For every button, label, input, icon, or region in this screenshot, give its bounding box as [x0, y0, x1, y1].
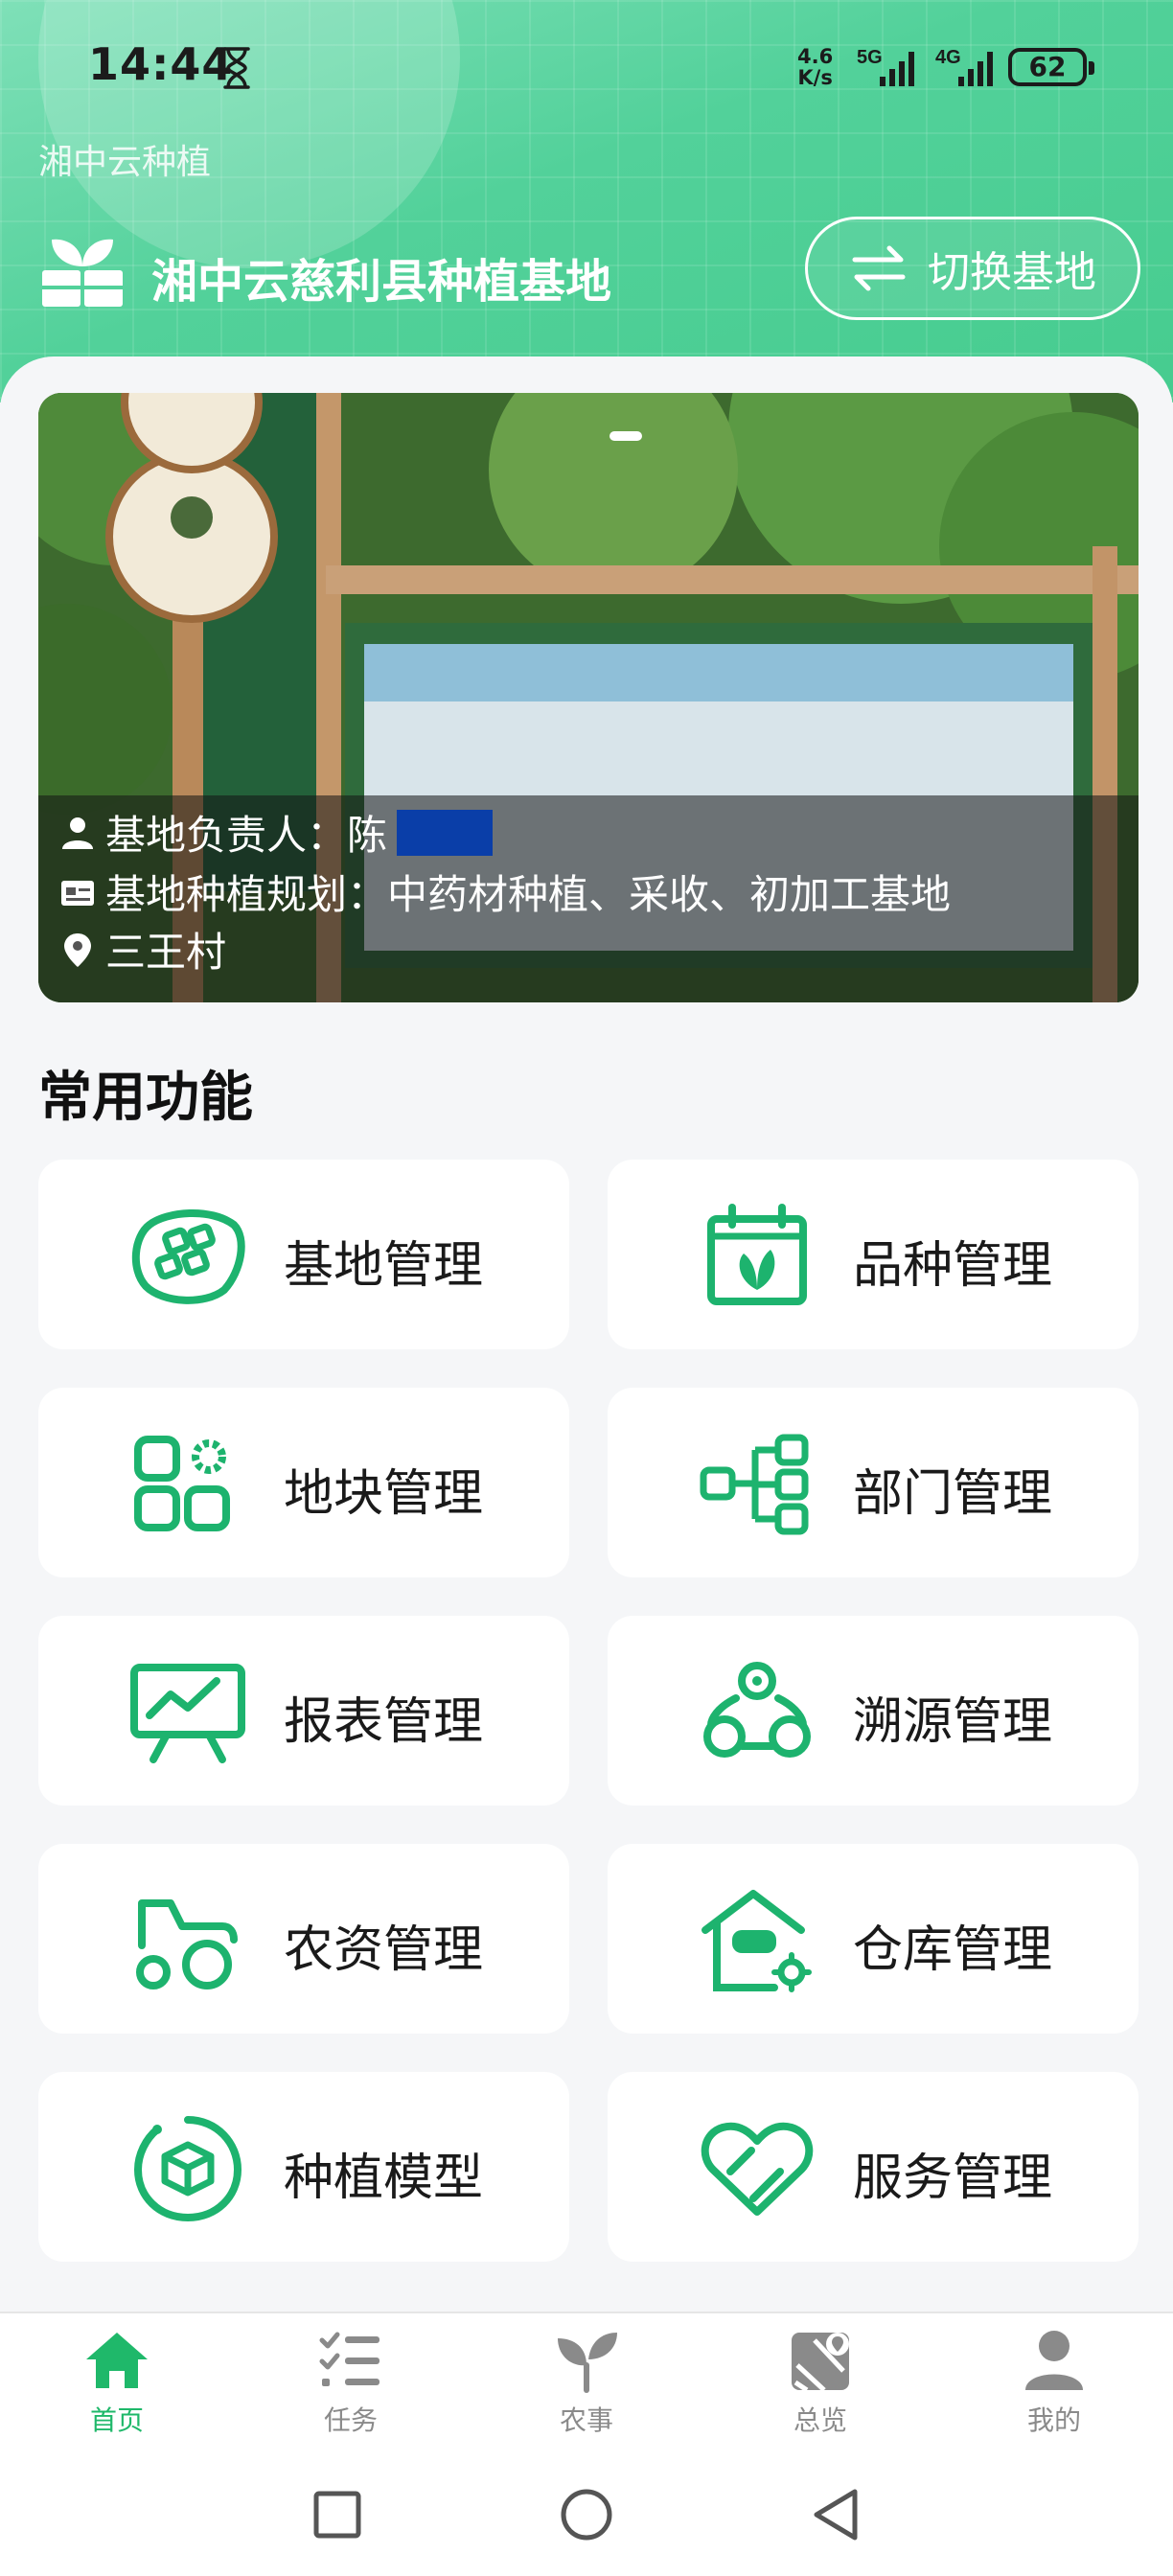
traceability-management-icon: [703, 1662, 811, 1758]
service-management-icon: [701, 2122, 814, 2216]
nav-label: 总览: [793, 2404, 847, 2436]
feature-label: 地块管理: [284, 1465, 484, 1523]
feature-agri-supplies[interactable]: 农资管理: [38, 1844, 569, 2034]
status-time: 14:44: [88, 38, 234, 90]
plot-management-icon: [134, 1436, 230, 1531]
feature-variety-management[interactable]: 品种管理: [608, 1160, 1138, 1349]
app-title: 湘中云种植: [38, 143, 212, 182]
nav-label: 首页: [89, 2404, 144, 2436]
planting-model-icon: [133, 2116, 242, 2221]
signal-4g-label: 4G: [935, 47, 961, 68]
feature-traceability-management[interactable]: 溯源管理: [608, 1616, 1138, 1806]
network-speed-value: 4.6: [797, 45, 834, 68]
location-label: 三王村: [105, 929, 227, 976]
carousel-indicator: [610, 431, 642, 441]
person-icon: [62, 816, 93, 849]
manager-line: 基地负责人：陈: [59, 803, 494, 862]
network-speed-unit: K/s: [797, 66, 833, 89]
feature-department-management[interactable]: 部门管理: [608, 1388, 1138, 1577]
nav-tasks[interactable]: 任务: [255, 2327, 447, 2438]
base-management-icon: [131, 1209, 245, 1304]
swap-arrows-icon: [852, 245, 906, 291]
plan-line: 基地种植规划：中药材种植、采收、初加工基地: [59, 862, 951, 921]
nav-home[interactable]: 首页: [21, 2327, 213, 2438]
nav-label: 农事: [559, 2404, 613, 2436]
feature-label: 基地管理: [284, 1237, 484, 1295]
location-pin-icon: [64, 932, 91, 967]
warehouse-management-icon: [702, 1890, 812, 1992]
back-button-icon[interactable]: [807, 2486, 864, 2543]
nav-profile[interactable]: 我的: [958, 2327, 1150, 2438]
bottom-navigation: 首页 任务 农事 总览 我的: [0, 2312, 1173, 2446]
base-banner[interactable]: 基地负责人：陈 基地种植规划：中药材种植、采收、初加工基地 三王村: [38, 393, 1138, 1002]
feature-label: 品种管理: [853, 1237, 1053, 1295]
profile-icon: [1025, 2331, 1083, 2390]
sprout-icon: [558, 2333, 617, 2393]
base-header: 湘中云慈利县种植基地 切换基地: [38, 217, 1140, 322]
plan-label: 基地种植规划：中药材种植、采收、初加工基地: [105, 871, 952, 918]
switch-base-button[interactable]: 切换基地: [805, 217, 1140, 320]
feature-label: 农资管理: [284, 1921, 484, 1979]
signal-4g-icon: 4G: [935, 47, 993, 86]
feature-label: 报表管理: [284, 1693, 484, 1751]
feature-warehouse-management[interactable]: 仓库管理: [608, 1844, 1138, 2034]
nav-label: 任务: [323, 2404, 378, 2436]
feature-plot-management[interactable]: 地块管理: [38, 1388, 569, 1577]
manager-label: 基地负责人：陈: [105, 812, 388, 859]
nav-overview[interactable]: 总览: [724, 2327, 916, 2438]
network-speed: 4.6 K/s: [797, 46, 833, 88]
feature-planting-model[interactable]: 种植模型: [38, 2072, 569, 2262]
signal-5g-label: 5G: [857, 47, 883, 68]
agri-supplies-icon: [136, 1899, 238, 1990]
feature-label: 种植模型: [284, 2150, 484, 2207]
department-management-icon: [700, 1434, 809, 1535]
base-name: 湘中云慈利县种植基地: [151, 255, 612, 309]
hourglass-icon: [223, 47, 250, 89]
feature-label: 部门管理: [853, 1465, 1053, 1523]
feature-label: 服务管理: [853, 2150, 1053, 2207]
location-line: 三王村: [59, 920, 226, 978]
feature-service-management[interactable]: 服务管理: [608, 2072, 1138, 2262]
redacted-name: [397, 809, 494, 856]
nav-farming[interactable]: 农事: [491, 2327, 682, 2438]
variety-management-icon: [707, 1204, 807, 1305]
feature-label: 仓库管理: [853, 1921, 1053, 1979]
status-bar: 14:44 4.6 K/s 5G 4G 62: [0, 0, 1173, 134]
sprout-book-logo-icon: [42, 239, 123, 307]
report-management-icon: [130, 1664, 245, 1763]
map-overview-icon: [792, 2333, 849, 2393]
id-card-icon: [61, 880, 94, 906]
task-list-icon: [319, 2332, 380, 2386]
recent-apps-icon[interactable]: [309, 2486, 366, 2543]
home-button-icon[interactable]: [558, 2486, 615, 2543]
feature-label: 溯源管理: [853, 1693, 1053, 1751]
signal-5g-icon: 5G: [857, 47, 914, 86]
battery-indicator: 62: [1008, 48, 1094, 86]
feature-report-management[interactable]: 报表管理: [38, 1616, 569, 1806]
feature-base-management[interactable]: 基地管理: [38, 1160, 569, 1349]
system-navigation-bar: [0, 2446, 1173, 2576]
nav-label: 我的: [1026, 2404, 1081, 2436]
home-icon: [86, 2333, 148, 2388]
switch-base-label: 切换基地: [928, 248, 1096, 297]
section-title: 常用功能: [38, 1067, 253, 1129]
